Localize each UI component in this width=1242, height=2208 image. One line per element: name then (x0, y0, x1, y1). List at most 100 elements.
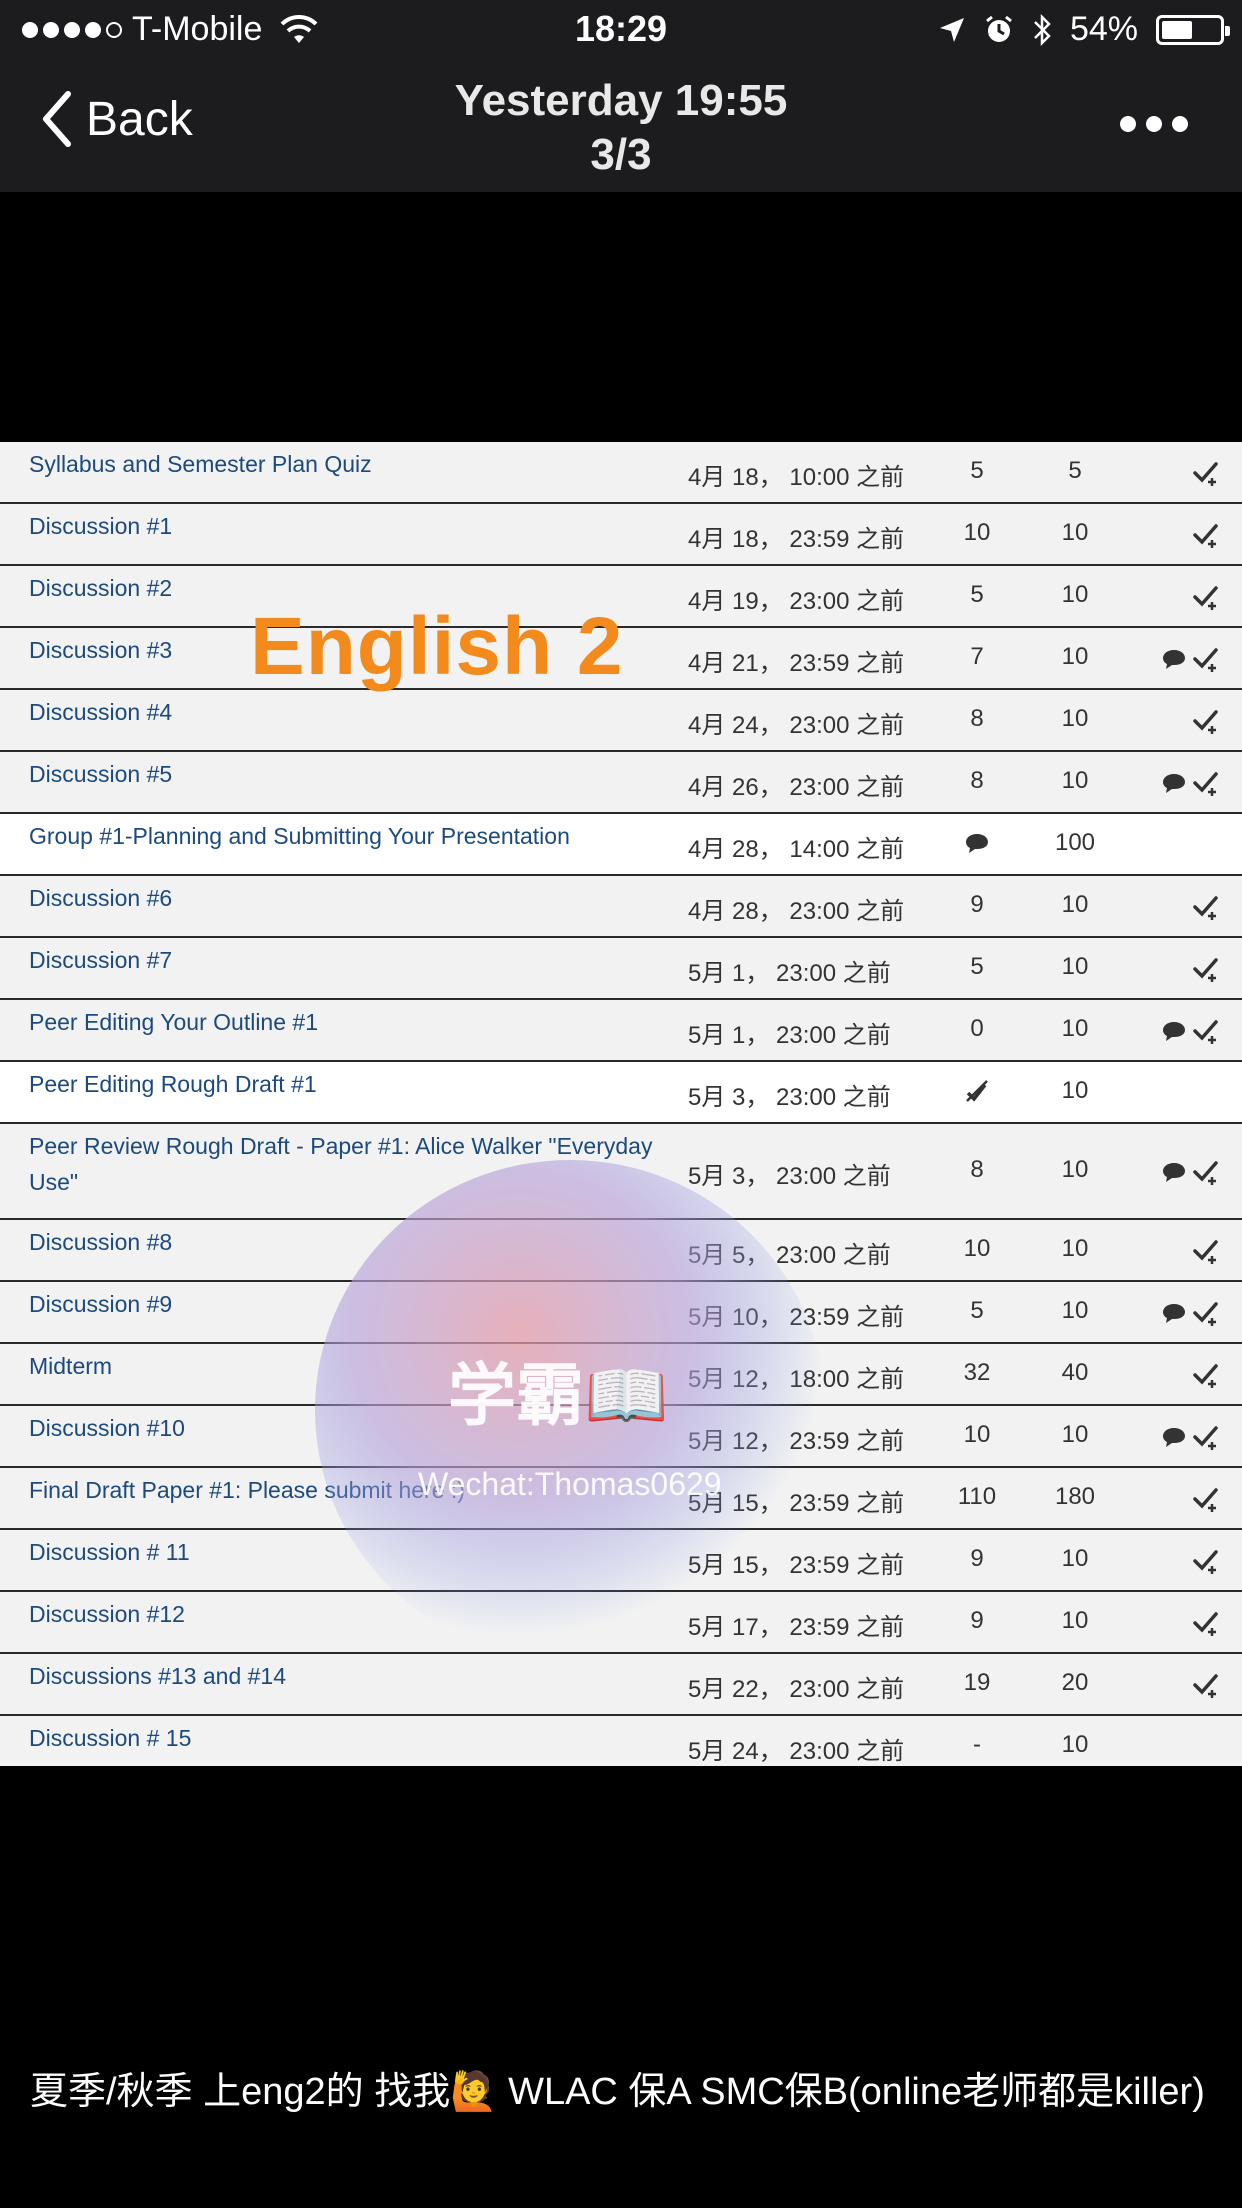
points-possible: 10 (1061, 767, 1089, 794)
score: 9 (970, 1545, 984, 1572)
due-date: 5月 1， 23:00 之前 (688, 1022, 891, 1049)
location-arrow-icon (939, 17, 964, 42)
battery-percent: 54% (1069, 10, 1138, 48)
points-possible: 10 (1061, 705, 1089, 732)
points-possible: 10 (1061, 1297, 1089, 1324)
more-options-button[interactable] (1120, 116, 1188, 132)
nav-title-counter: 3/3 (590, 130, 652, 179)
score: 5 (970, 457, 984, 484)
assignment-title: Syllabus and Semester Plan Quiz (29, 451, 372, 477)
points-possible: 10 (1061, 1077, 1089, 1104)
graded-check-icon (1192, 521, 1220, 554)
graded-check-icon (1192, 1485, 1220, 1518)
status-right: 54% (938, 10, 1230, 49)
more-dot (1172, 116, 1188, 132)
due-date: 4月 28， 23:00 之前 (688, 898, 905, 925)
due-date: 4月 18， 23:59 之前 (688, 526, 905, 553)
nav-title-time: Yesterday 19:55 (454, 76, 788, 125)
graded-check-icon (1192, 583, 1220, 616)
status-icons (1140, 1609, 1220, 1642)
points-possible: 10 (1061, 1421, 1089, 1448)
points-possible: 20 (1061, 1669, 1089, 1696)
points-possible: 10 (1061, 1015, 1089, 1042)
table-row: Group #1-Planning and Submitting Your Pr… (0, 814, 1242, 876)
table-row: Discussion # 15 5月 24， 23:00 之前 - 10 (0, 1716, 1242, 1766)
table-row: Discussion #4 4月 24， 23:00 之前 8 10 (0, 690, 1242, 752)
score: 10 (963, 519, 991, 546)
points-possible: 10 (1061, 953, 1089, 980)
status-icons (1140, 1237, 1220, 1270)
assignment-title: Peer Editing Your Outline #1 (29, 1009, 318, 1035)
assignment-title: Discussion #6 (29, 885, 173, 911)
comment-icon (1160, 1299, 1188, 1332)
status-icons (1140, 459, 1220, 492)
overlay-title: English 2 (250, 601, 624, 692)
graded-check-icon (1192, 1158, 1220, 1191)
score: 5 (970, 1297, 984, 1324)
watermark-wechat: Wechat:Thomas0629 (418, 1466, 722, 1502)
graded-check-icon (1192, 769, 1220, 802)
battery-icon (1156, 14, 1230, 45)
assignment-title: Group #1-Planning and Submitting Your Pr… (29, 823, 570, 849)
table-row: Discussion #5 4月 26， 23:00 之前 8 10 (0, 752, 1242, 814)
status-icons (1140, 1671, 1220, 1704)
due-date: 4月 24， 23:00 之前 (688, 712, 905, 739)
due-date: 5月 3， 23:00 之前 (688, 1084, 891, 1111)
status-icons (1140, 1485, 1220, 1518)
table-row: Discussion #6 4月 28， 23:00 之前 9 10 (0, 876, 1242, 938)
points-possible: 10 (1061, 643, 1089, 670)
missing-icon (940, 1077, 1014, 1112)
status-bar: T-Mobile 18:29 54% (0, 0, 1242, 60)
status-icons (1140, 1299, 1220, 1332)
bluetooth-icon (1034, 13, 1051, 46)
score: 32 (963, 1359, 991, 1386)
status-icons (1140, 707, 1220, 740)
points-possible: 10 (1061, 891, 1089, 918)
graded-check-icon (1192, 1237, 1220, 1270)
score: 0 (970, 1015, 984, 1042)
assignment-title: Discussion #1 (29, 513, 173, 539)
graded-check-icon (1192, 459, 1220, 492)
graded-check-icon (1192, 893, 1220, 926)
assignment-title: Peer Editing Rough Draft #1 (29, 1071, 317, 1097)
status-icons (1140, 1017, 1220, 1050)
assignment-title: Discussion # 15 (29, 1725, 192, 1751)
more-dot (1146, 116, 1162, 132)
status-icons (1140, 769, 1220, 802)
score: 5 (970, 581, 984, 608)
graded-check-icon (1192, 955, 1220, 988)
points-possible: 180 (1054, 1483, 1096, 1510)
due-date: 5月 24， 23:00 之前 (688, 1738, 905, 1765)
photo-caption: 夏季/秋季 上eng2的 找我🙋 WLAC 保A SMC保B(online老师都… (30, 2071, 1205, 2113)
due-date: 4月 21， 23:59 之前 (688, 650, 905, 677)
due-date: 4月 28， 14:00 之前 (688, 836, 905, 863)
score: 110 (957, 1483, 997, 1510)
status-icons (1140, 893, 1220, 926)
status-icons (1140, 645, 1220, 678)
points-possible: 10 (1061, 581, 1089, 608)
points-possible: 5 (1068, 457, 1082, 484)
due-date: 4月 19， 23:00 之前 (688, 588, 905, 615)
table-row: Peer Editing Rough Draft #1 5月 3， 23:00 之… (0, 1062, 1242, 1124)
score: 19 (963, 1669, 991, 1696)
score: 7 (970, 643, 984, 670)
nav-title: Yesterday 19:55 3/3 (0, 74, 1242, 182)
graded-check-icon (1192, 1547, 1220, 1580)
status-icons (1140, 1158, 1220, 1191)
score: 8 (970, 705, 984, 732)
status-icons (1140, 1423, 1220, 1456)
score: 9 (970, 1607, 984, 1634)
table-row: Syllabus and Semester Plan Quiz 4月 18， 10… (0, 442, 1242, 504)
score: 10 (963, 1421, 991, 1448)
watermark-text: 学霸📖 (448, 1358, 669, 1434)
alarm-icon (986, 15, 1012, 42)
graded-check-icon (1192, 1017, 1220, 1050)
status-icons (1140, 521, 1220, 554)
points-possible: 40 (1061, 1359, 1089, 1386)
comment-icon (940, 829, 1014, 864)
due-date: 4月 18， 10:00 之前 (688, 464, 905, 491)
nav-bar: Back Yesterday 19:55 3/3 (0, 60, 1242, 192)
assignment-title: Discussion #5 (29, 761, 173, 787)
score: - (973, 1731, 981, 1758)
comment-icon (1160, 1158, 1188, 1191)
